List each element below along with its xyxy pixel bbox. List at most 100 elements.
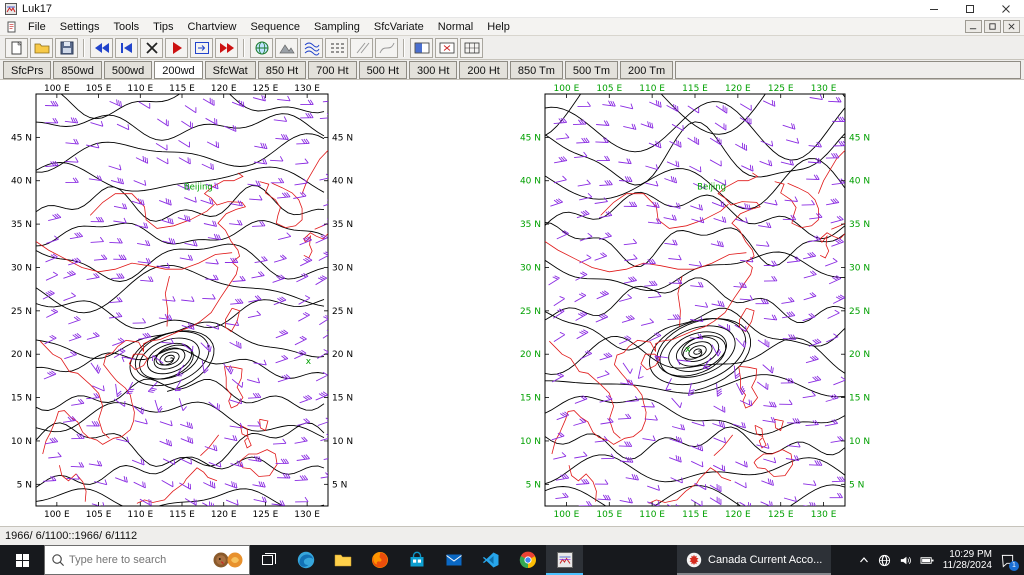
svg-text:10 N: 10 N — [849, 437, 870, 447]
maximize-button[interactable] — [952, 0, 988, 17]
menu-item-sequence[interactable]: Sequence — [243, 19, 307, 35]
svg-text:15 N: 15 N — [520, 394, 541, 404]
taskbar: Canada Current Acco... 10:29 PM 11/28/20… — [0, 545, 1024, 575]
tab-200-tm[interactable]: 200 Tm — [620, 61, 673, 79]
minimize-button[interactable] — [916, 0, 952, 17]
taskbar-app-chrome[interactable] — [509, 545, 546, 575]
menu-item-normal[interactable]: Normal — [431, 19, 480, 35]
rewind-button[interactable] — [90, 38, 113, 58]
menu-item-tips[interactable]: Tips — [146, 19, 180, 35]
step-back-button[interactable] — [115, 38, 138, 58]
svg-text:x: x — [685, 345, 691, 355]
taskbar-app-store[interactable] — [398, 545, 435, 575]
tab-500-tm[interactable]: 500 Tm — [565, 61, 618, 79]
fast-forward-button[interactable] — [215, 38, 238, 58]
taskbar-clock[interactable]: 10:29 PM 11/28/2024 — [943, 549, 992, 571]
pane-close-button[interactable] — [435, 38, 458, 58]
close-button[interactable] — [988, 0, 1024, 17]
rewind-icon — [93, 40, 111, 56]
window-title: Luk17 — [22, 3, 52, 15]
terrain-view-button[interactable] — [275, 38, 298, 58]
network-icon[interactable] — [878, 554, 891, 567]
tab-200-ht[interactable]: 200 Ht — [459, 61, 507, 79]
tab-200wd[interactable]: 200wd — [154, 61, 202, 79]
svg-text:110 E: 110 E — [127, 510, 153, 520]
battery-icon[interactable] — [920, 554, 935, 567]
svg-text:35 N: 35 N — [11, 220, 32, 230]
menu-item-settings[interactable]: Settings — [53, 19, 107, 35]
tab-500-ht[interactable]: 500 Ht — [359, 61, 407, 79]
svg-text:30 N: 30 N — [11, 263, 32, 273]
window-button-canada[interactable]: Canada Current Acco... — [677, 545, 831, 575]
search-highlight[interactable] — [213, 551, 243, 569]
mdi-minimize-button[interactable] — [965, 20, 982, 33]
clock-time: 10:29 PM — [943, 549, 992, 560]
grid-scale-button[interactable] — [460, 38, 483, 58]
smooth-curve-button[interactable] — [375, 38, 398, 58]
mdi-window-controls — [965, 20, 1024, 33]
menu-item-tools[interactable]: Tools — [106, 19, 146, 35]
svg-text:100 E: 100 E — [554, 84, 580, 94]
tab-sfcprs[interactable]: SfcPrs — [3, 61, 51, 79]
tray-expand-icon[interactable] — [858, 554, 870, 566]
taskbar-app-edge[interactable] — [287, 545, 324, 575]
split-panes-icon — [413, 40, 431, 56]
svg-text:40 N: 40 N — [11, 177, 32, 187]
mdi-restore-button[interactable] — [984, 20, 1001, 33]
taskbar-app-mail[interactable] — [435, 545, 472, 575]
save-icon — [58, 40, 76, 56]
weather-map-left[interactable]: 100 E100 E105 E105 E110 E110 E115 E115 E… — [0, 80, 376, 524]
svg-text:20 N: 20 N — [849, 350, 870, 360]
globe-view-button[interactable] — [250, 38, 273, 58]
task-view-icon — [261, 552, 277, 568]
split-panes-button[interactable] — [410, 38, 433, 58]
tab-sfcwat[interactable]: SfcWat — [205, 61, 256, 79]
notification-center-button[interactable]: 1 — [1000, 553, 1015, 568]
svg-text:130 E: 130 E — [294, 510, 320, 520]
mdi-close-button[interactable] — [1003, 20, 1020, 33]
taskbar-app-firefox[interactable] — [361, 545, 398, 575]
new-document-icon — [8, 40, 26, 56]
tab-bar-tabs: SfcPrs850wd500wd200wdSfcWat850 Ht700 Ht5… — [3, 61, 675, 79]
open-folder-button[interactable] — [30, 38, 53, 58]
windows-logo-icon — [15, 553, 30, 568]
task-view-button[interactable] — [250, 545, 287, 575]
tab-500wd[interactable]: 500wd — [104, 61, 152, 79]
search-input[interactable] — [69, 554, 209, 566]
save-button[interactable] — [55, 38, 78, 58]
taskbar-app-vscode[interactable] — [472, 545, 509, 575]
clock-date: 11/28/2024 — [943, 560, 992, 571]
menu-item-chartview[interactable]: Chartview — [181, 19, 244, 35]
taskbar-search[interactable] — [44, 545, 250, 575]
svg-text:Beijing: Beijing — [697, 182, 726, 192]
menu-item-sfcvariate[interactable]: SfcVariate — [367, 19, 431, 35]
menu-item-help[interactable]: Help — [480, 19, 517, 35]
start-button[interactable] — [0, 545, 44, 575]
contour-lines-button[interactable] — [300, 38, 323, 58]
close-chart-button[interactable] — [140, 38, 163, 58]
slant-lines-button[interactable] — [350, 38, 373, 58]
new-document-button[interactable] — [5, 38, 28, 58]
frame-step-button[interactable] — [190, 38, 213, 58]
taskbar-app-file-explorer[interactable] — [324, 545, 361, 575]
svg-text:105 E: 105 E — [86, 510, 112, 520]
tab-700-ht[interactable]: 700 Ht — [308, 61, 356, 79]
tab-850-tm[interactable]: 850 Tm — [510, 61, 563, 79]
svg-text:110 E: 110 E — [639, 510, 665, 520]
globe-view-icon — [253, 40, 271, 56]
svg-text:105 E: 105 E — [596, 84, 622, 94]
tab-850wd[interactable]: 850wd — [53, 61, 101, 79]
menu-item-file[interactable]: File — [21, 19, 53, 35]
svg-text:10 N: 10 N — [11, 437, 32, 447]
menu-item-sampling[interactable]: Sampling — [307, 19, 367, 35]
volume-icon[interactable] — [899, 554, 912, 567]
play-button[interactable] — [165, 38, 188, 58]
svg-text:130 E: 130 E — [811, 84, 837, 94]
weather-map-right[interactable]: 100 E100 E105 E105 E110 E110 E115 E115 E… — [505, 80, 889, 524]
svg-text:5 N: 5 N — [849, 480, 864, 490]
taskbar-app-luk17[interactable] — [546, 545, 583, 575]
hatch-fill-button[interactable] — [325, 38, 348, 58]
tab-850-ht[interactable]: 850 Ht — [258, 61, 306, 79]
svg-text:125 E: 125 E — [253, 84, 279, 94]
tab-300-ht[interactable]: 300 Ht — [409, 61, 457, 79]
